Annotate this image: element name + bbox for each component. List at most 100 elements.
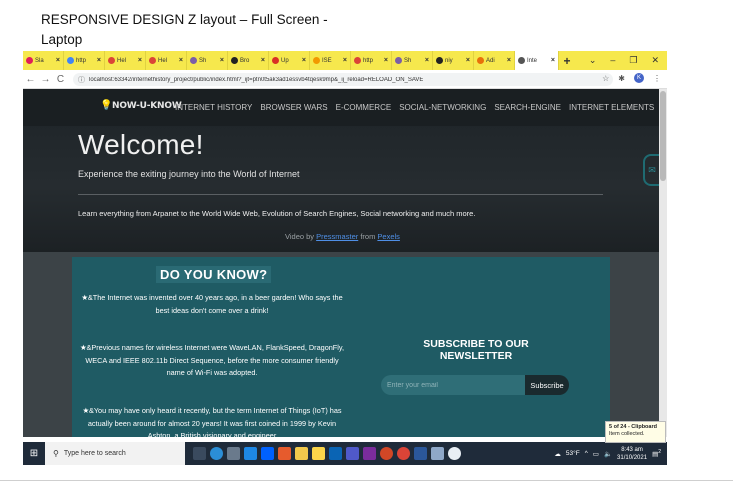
app-icon[interactable] [278,447,291,460]
close-tab-icon[interactable]: × [138,57,142,64]
browser-tab[interactable]: Sh × [187,51,228,70]
browser-tab[interactable]: http × [64,51,105,70]
site-logo[interactable]: 💡 NOW-U-KNOW [100,100,182,111]
close-window-button[interactable]: ✕ [651,55,659,66]
browser-tab-label: Up [281,57,289,64]
browser-tab[interactable]: Bro × [228,51,269,70]
taskbar-clock[interactable]: 8:43 am 31/10/2021 [617,446,647,462]
site-nav-link[interactable]: SEARCH-ENGINE [494,103,561,112]
browser-tab[interactable]: Up × [269,51,310,70]
browser-tab-label: http [363,57,374,64]
url-field[interactable]: ⓘ localhost:63342/internethistory_projec… [73,73,613,86]
close-tab-icon[interactable]: × [425,57,429,64]
doc-icon [313,57,320,64]
chrome-alt-icon[interactable] [448,447,461,460]
weather-icon[interactable]: ☁ [554,450,561,458]
document-title: RESPONSIVE DESIGN Z layout – Full Screen… [41,10,371,50]
close-tab-icon[interactable]: × [179,57,183,64]
hero-tagline: Experience the exiting journey into the … [78,169,300,179]
address-bar: ← → C ⓘ localhost:63342/internethistory_… [23,70,667,89]
close-tab-icon[interactable]: × [56,57,60,64]
close-tab-icon[interactable]: × [507,57,511,64]
subscribe-button[interactable]: Subscribe [525,375,569,395]
notification-icon[interactable]: ▤2 [652,449,661,458]
browser-tab-label: Hel [117,57,127,64]
task-view-icon[interactable] [193,447,206,460]
facts-section: DO YOU KNOW? ★&The Internet was invented… [23,252,659,437]
tab-search-button[interactable]: ⌄ [589,55,597,66]
chrome-icon [354,57,361,64]
site-nav-link[interactable]: SOCIAL-NETWORKING [399,103,486,112]
side-chat-icon[interactable]: ✉ [643,154,659,186]
weather-temp[interactable]: 53°F [566,450,580,457]
tray-chevron-icon[interactable]: ^ [585,450,588,457]
site-nav-link[interactable]: INTERNET ELEMENTS [569,103,654,112]
chrome-icon[interactable] [397,447,410,460]
browser-tab[interactable]: Sla × [23,51,64,70]
scrollbar-thumb[interactable] [660,91,666,181]
newsletter-title: SUBSCRIBE TO OUR NEWSLETTER [423,338,529,362]
document-title-line1: RESPONSIVE DESIGN Z layout – Full Screen… [41,12,328,27]
newsletter-email-input[interactable] [381,375,525,395]
edge-icon[interactable] [210,447,223,460]
document-title-line2: Laptop [41,32,83,47]
credit-source-link[interactable]: Pexels [377,232,400,241]
browser-tab[interactable]: Sh × [392,51,433,70]
fact-item: ★&You may have only heard it recently, b… [82,406,342,437]
menu-kebab-icon[interactable]: ⋮ [653,74,661,83]
browser-tab[interactable]: niy × [433,51,474,70]
extensions-puzzle-icon[interactable]: ✱ [618,74,625,83]
taskbar-search[interactable]: ⚲ Type here to search [45,442,185,465]
site-nav-links: INTERNET HISTORY BROWSER WARS E-COMMERCE SO… [175,103,654,112]
back-button[interactable]: ← [23,74,38,85]
bookmark-star-icon[interactable]: ☆ [602,74,609,83]
credit-author-link[interactable]: Pressmaster [316,232,358,241]
close-tab-icon[interactable]: × [302,57,306,64]
close-tab-icon[interactable]: × [261,57,265,64]
file-explorer-icon[interactable] [295,447,308,460]
close-tab-icon[interactable]: × [551,57,555,64]
windows-start-icon[interactable]: ⊞ [23,448,45,459]
forward-button[interactable]: → [38,74,53,85]
chrome-icon [108,57,115,64]
browser-tab[interactable]: Hel × [146,51,187,70]
fact-item: ★&Previous names for wireless Internet w… [79,343,345,377]
restore-button[interactable]: ❐ [629,55,637,66]
network-icon[interactable]: ▭ [593,450,599,458]
page-scrollbar[interactable] [659,89,667,437]
close-tab-icon[interactable]: × [97,57,101,64]
facts-card: DO YOU KNOW? ★&The Internet was invented… [72,257,610,437]
word-icon[interactable] [414,447,427,460]
onenote-icon[interactable] [363,447,376,460]
site-nav-link[interactable]: E-COMMERCE [336,103,392,112]
clock-time: 8:43 am [621,446,643,453]
teams-icon[interactable] [346,447,359,460]
store-icon[interactable] [227,447,240,460]
browser-tab-label: Inte [527,57,538,64]
close-tab-icon[interactable]: × [384,57,388,64]
dropbox-icon[interactable] [261,447,274,460]
site-nav-link[interactable]: BROWSER WARS [260,103,327,112]
powerpoint-icon[interactable] [380,447,393,460]
video-credit: Video by Pressmaster from Pexels [285,232,400,241]
reload-button[interactable]: C [53,74,68,85]
slack-icon [26,57,33,64]
notepad-icon[interactable] [431,447,444,460]
sticky-notes-icon[interactable] [312,447,325,460]
browser-tab[interactable]: http × [351,51,392,70]
minimize-button[interactable]: – [610,55,615,66]
close-tab-icon[interactable]: × [343,57,347,64]
outlook-icon[interactable] [329,447,342,460]
profile-avatar[interactable]: K [634,73,644,83]
new-tab-button[interactable]: + [559,54,575,68]
close-tab-icon[interactable]: × [466,57,470,64]
browser-tab[interactable]: Adi × [474,51,515,70]
site-nav-link[interactable]: INTERNET HISTORY [175,103,252,112]
close-tab-icon[interactable]: × [220,57,224,64]
browser-tab[interactable]: ISE × [310,51,351,70]
browser-tab[interactable]: Hel × [105,51,146,70]
mail-icon[interactable] [244,447,257,460]
volume-icon[interactable]: 🔈 [604,450,612,458]
site-logo-text: NOW-U-KNOW [112,100,182,111]
browser-tab[interactable]: Inte × [515,51,559,70]
